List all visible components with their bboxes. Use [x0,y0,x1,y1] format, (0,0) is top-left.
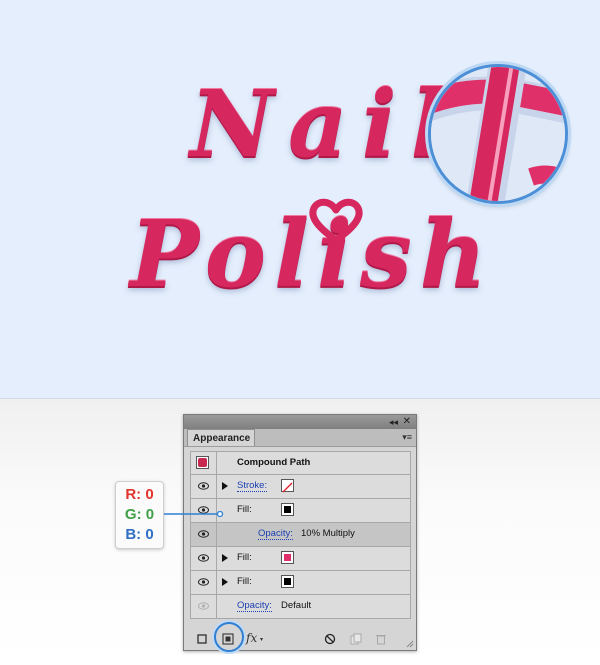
panel-menu-icon[interactable]: ▾≡ [402,432,412,443]
close-icon[interactable]: ✕ [403,415,411,428]
fx-icon[interactable]: fx [246,631,257,645]
clear-icon[interactable] [324,633,336,645]
row-opacity-default[interactable]: Opacity: Default [190,595,411,619]
tab-appearance[interactable]: Appearance [187,429,255,446]
fill-label: Fill: [237,552,252,563]
expand-arrow-icon[interactable] [222,554,228,562]
eye-icon[interactable] [198,482,209,490]
stroke-swatch[interactable] [281,479,294,493]
opacity-label[interactable]: Opacity: [237,600,272,612]
fill-swatch-black[interactable] [281,575,294,588]
fill-label: Fill: [237,504,252,515]
thumbnail-column [191,452,217,475]
opacity-label[interactable]: Opacity: [258,528,293,540]
compound-path-thumbnail [196,456,209,469]
zoom-detail-graphic [431,67,565,201]
row-stroke[interactable]: Stroke: [190,475,411,499]
appearance-panel: ◂◂ ✕ Appearance ▾≡ Compound Path Stroke: [183,414,417,651]
green-value: G: 0 [124,506,155,523]
fill-label: Fill: [237,576,252,587]
new-art-icon[interactable] [197,634,207,644]
eye-icon[interactable] [198,578,209,586]
row-fill-black[interactable]: Fill: [190,571,411,595]
fill-swatch-pink[interactable] [281,551,294,564]
expand-arrow-icon[interactable] [222,578,228,586]
panel-title-bar[interactable]: ◂◂ ✕ [184,415,416,429]
zoom-detail-circle [428,64,568,204]
red-value: R: 0 [125,486,154,503]
trash-icon[interactable] [375,633,387,645]
stroke-label[interactable]: Stroke: [237,480,268,492]
collapse-panel-icon[interactable]: ◂◂ [389,416,398,428]
blue-value: B: 0 [125,526,154,543]
row-fill-pink[interactable]: Fill: [190,547,411,571]
artboard: Nail Polish [0,0,600,399]
fill-swatch-black[interactable] [281,503,294,516]
eye-icon[interactable] [198,602,209,610]
expand-arrow-icon[interactable] [222,482,228,490]
eye-icon[interactable] [198,530,209,538]
heart-icon [309,198,363,244]
highlight-circle [214,622,244,652]
opacity-value: 10% Multiply [301,528,355,539]
compound-path-label: Compound Path [237,457,311,468]
rgb-callout: R: 0 G: 0 B: 0 [115,481,164,549]
duplicate-icon[interactable] [350,633,362,645]
fx-dropdown-icon[interactable]: ▾ [260,636,263,643]
resize-grip-icon[interactable] [406,640,414,648]
row-compound-path[interactable]: Compound Path [190,451,411,475]
callout-connector [164,511,224,517]
appearance-list: Compound Path Stroke: Fill: Opacity: 10%… [190,451,411,619]
tab-row: Appearance ▾≡ [184,429,416,447]
eye-icon[interactable] [198,554,209,562]
row-opacity-multiply[interactable]: Opacity: 10% Multiply [190,523,411,547]
opacity-value: Default [281,600,312,611]
artwork-text-nail: Nail [190,70,460,178]
